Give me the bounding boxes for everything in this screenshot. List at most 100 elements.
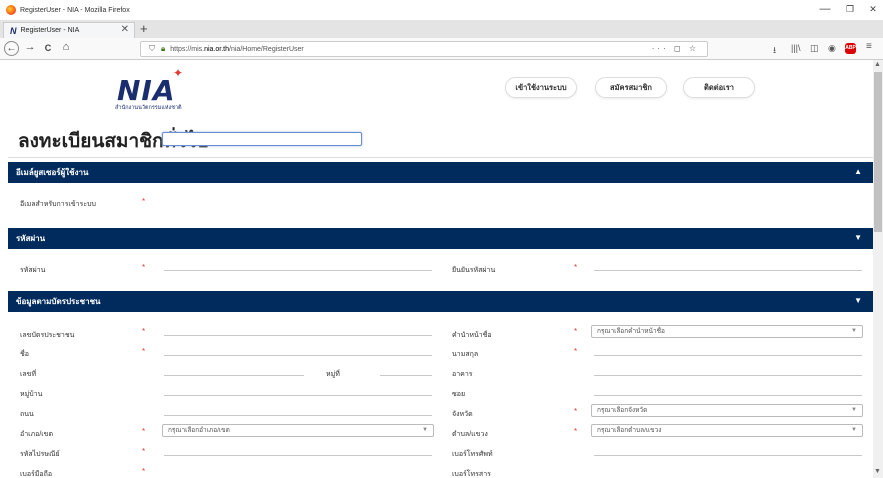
account-icon[interactable]: ◉ [828, 43, 836, 54]
required-mark: * [574, 427, 578, 436]
required-mark: * [574, 407, 578, 416]
phone-label: เบอร์โทรศัพท์ [452, 451, 493, 458]
confirm-password-label: ยืนยันรหัสผ่าน [452, 267, 496, 274]
close-window-icon[interactable]: ✕ [866, 4, 880, 15]
back-icon[interactable]: ← [4, 41, 19, 56]
postcode-label: รหัสไปรษณีย์ [20, 451, 60, 458]
forward-icon[interactable]: → [22, 41, 38, 53]
page-scrollbar[interactable]: ▲ ▼ [873, 60, 883, 478]
soi-label: ซอย [452, 391, 466, 398]
required-mark: * [142, 467, 146, 476]
page-actions-icon[interactable]: ··· ◻ ☆ [652, 44, 699, 53]
url-bar[interactable]: ⛉ 🔒︎ https://mis. nia.or.th/nia/Home/Regi… [140, 41, 708, 57]
required-mark: * [142, 197, 146, 206]
section-email-header[interactable]: อีเมล์ยูสเซอร์ผู้ใช้งาน ▲ [8, 162, 873, 183]
section-idcard-header[interactable]: ข้อมูลตามบัตรประชาชน ▼ [8, 291, 873, 312]
house-no-label: เลขที่ [20, 371, 37, 378]
password-label: รหัสผ่าน [20, 267, 46, 274]
section-password-title: รหัสผ่าน [16, 234, 46, 243]
logo-text: NIA [117, 74, 176, 107]
url-prefix: https://mis. [170, 45, 205, 53]
required-mark: * [574, 263, 578, 272]
fax-label: เบอร์โทรสาร [452, 471, 491, 478]
new-tab-button[interactable]: + [140, 21, 148, 36]
last-name-label: นามสกุล [452, 351, 479, 358]
postcode-input[interactable] [164, 455, 432, 456]
province-label: จังหวัด [452, 411, 473, 418]
home-icon[interactable]: ⌂ [58, 41, 74, 53]
nia-logo[interactable]: ✦ NIA สำนักงานนวัตกรรมแห่งชาติ [115, 66, 235, 112]
nia-favicon-icon: N [10, 25, 17, 36]
tracking-shield-icon[interactable]: ⛉ [149, 44, 155, 54]
required-mark: * [142, 263, 146, 272]
prefix-select[interactable]: กรุณาเลือกคำนำหน้าชื่อ ▼ [591, 325, 863, 338]
building-input[interactable] [594, 375, 862, 376]
download-icon[interactable]: ⭳ [773, 43, 776, 59]
subdistrict-label: ตำบล/แขวง [452, 431, 488, 438]
prefix-label: คำนำหน้าชื่อ [452, 332, 492, 339]
first-name-label: ชื่อ [20, 351, 29, 358]
adblock-icon[interactable]: ABP [845, 43, 856, 54]
province-select-value: กรุณาเลือกจังหวัด [597, 407, 648, 414]
moo-label: หมู่ที่ [326, 371, 340, 378]
minimize-icon[interactable]: — [818, 3, 832, 15]
road-input[interactable] [164, 415, 432, 416]
dropdown-caret-icon: ▼ [851, 407, 857, 413]
id-number-label: เลขบัตรประชาชน [20, 332, 75, 339]
maximize-icon[interactable]: ❐ [843, 4, 857, 15]
required-mark: * [142, 427, 146, 436]
required-mark: * [142, 347, 146, 356]
district-select[interactable]: กรุณาเลือกอำเภอ/เขต ▼ [162, 424, 434, 437]
road-label: ถนน [20, 411, 34, 418]
subdistrict-select[interactable]: กรุณาเลือกตำบล/แขวง ▼ [591, 424, 863, 437]
close-tab-icon[interactable]: ✕ [121, 24, 129, 35]
district-label: อำเภอ/เขต [20, 431, 54, 438]
soi-input[interactable] [594, 395, 862, 396]
reload-icon[interactable]: C [40, 43, 56, 53]
chevron-down-icon[interactable]: ▼ [854, 296, 862, 305]
register-button[interactable]: สมัครสมาชิก [595, 77, 667, 98]
login-button[interactable]: เข้าใช้งานระบบ [505, 77, 577, 98]
url-path: /nia/Home/RegisterUser [229, 45, 304, 53]
url-domain: nia.or.th [204, 45, 230, 53]
title-divider [8, 157, 873, 158]
dropdown-caret-icon: ▼ [851, 328, 857, 334]
sidebar-icon[interactable]: ◫ [810, 43, 819, 54]
first-name-input[interactable] [164, 355, 432, 356]
contact-button[interactable]: ติดต่อเรา [683, 77, 755, 98]
id-number-input[interactable] [164, 335, 432, 336]
dropdown-caret-icon: ▼ [422, 427, 428, 433]
login-email-input[interactable] [162, 132, 362, 146]
prefix-select-value: กรุณาเลือกคำนำหน้าชื่อ [597, 328, 665, 335]
province-select[interactable]: กรุณาเลือกจังหวัด ▼ [591, 404, 863, 417]
house-no-input[interactable] [164, 375, 304, 376]
section-email-title: อีเมล์ยูสเซอร์ผู้ใช้งาน [16, 168, 89, 177]
moo-input[interactable] [380, 375, 432, 376]
tab-label: RegisterUser - NIA [20, 27, 80, 34]
confirm-password-input[interactable] [594, 270, 862, 271]
phone-input[interactable] [594, 455, 862, 456]
district-select-value: กรุณาเลือกอำเภอ/เขต [168, 427, 230, 434]
section-idcard-title: ข้อมูลตามบัตรประชาชน [16, 297, 101, 306]
browser-tab[interactable]: N RegisterUser - NIA ✕ [3, 22, 135, 38]
window-title: RegisterUser - NIA - Mozilla Firefox [20, 6, 130, 14]
scrollbar-thumb[interactable] [874, 72, 882, 232]
scroll-up-icon[interactable]: ▲ [874, 61, 881, 68]
window-titlebar: RegisterUser - NIA - Mozilla Firefox — ❐… [0, 0, 883, 20]
chevron-down-icon[interactable]: ▼ [854, 233, 862, 242]
required-mark: * [142, 447, 146, 456]
scroll-down-icon[interactable]: ▼ [874, 468, 881, 475]
subdistrict-select-value: กรุณาเลือกตำบล/แขวง [597, 427, 662, 434]
library-icon[interactable]: |||\ [791, 43, 801, 53]
menu-icon[interactable]: ≡ [866, 41, 872, 52]
last-name-input[interactable] [594, 355, 862, 356]
chevron-up-icon[interactable]: ▲ [854, 167, 862, 176]
password-input[interactable] [164, 270, 432, 271]
lock-icon[interactable]: 🔒︎ [161, 44, 165, 54]
village-input[interactable] [164, 395, 432, 396]
site-header: ✦ NIA สำนักงานนวัตกรรมแห่งชาติ เข้าใช้งา… [0, 60, 873, 116]
section-password-header[interactable]: รหัสผ่าน ▼ [8, 228, 873, 249]
building-label: อาคาร [452, 371, 473, 378]
tab-bar: N RegisterUser - NIA ✕ + [0, 20, 883, 38]
required-mark: * [574, 327, 578, 336]
